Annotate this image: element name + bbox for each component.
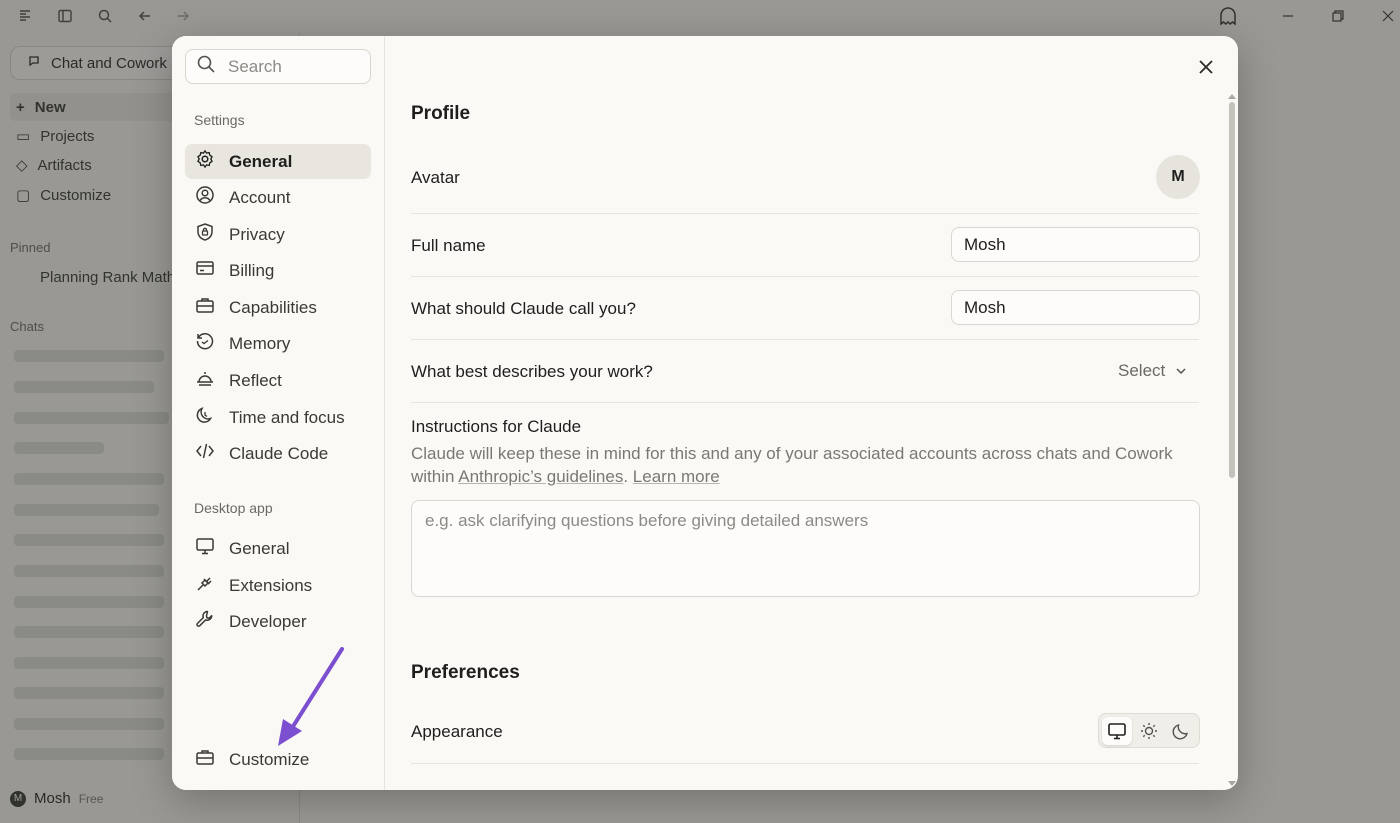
sidebar-item-label: Memory	[229, 333, 291, 353]
moon-icon	[195, 405, 215, 430]
credit-card-icon	[195, 258, 215, 283]
sidebar-item-privacy[interactable]: Privacy	[185, 217, 371, 252]
sidebar-item-label: Customize	[229, 749, 310, 769]
sidebar-item-label: Billing	[229, 260, 275, 280]
avatar-row: Avatar	[411, 136, 1199, 214]
sun-icon	[1141, 722, 1157, 739]
close-icon	[1199, 60, 1213, 74]
sidebar-item-label: Claude Code	[229, 443, 329, 463]
appearance-dark-button[interactable]	[1166, 717, 1196, 745]
desktop-app-section-label: Desktop app	[194, 500, 273, 516]
history-icon	[195, 331, 215, 356]
avatar[interactable]: M	[1156, 155, 1200, 199]
code-icon	[195, 441, 215, 466]
sidebar-item-label: General	[229, 151, 293, 171]
sidebar-item-claude-code[interactable]: Claude Code	[185, 436, 371, 471]
preferences-heading: Preferences	[411, 662, 520, 683]
search-input[interactable]	[228, 56, 358, 77]
scroll-up-arrow[interactable]	[1228, 94, 1236, 99]
full-name-label: Full name	[411, 236, 486, 255]
appearance-light-button[interactable]	[1134, 717, 1164, 745]
sidebar-item-customize[interactable]: Customize	[185, 742, 371, 777]
briefcase-icon	[195, 295, 215, 320]
plug-icon	[195, 573, 215, 598]
appearance-system-button[interactable]	[1102, 716, 1132, 745]
sidebar-item-label: Privacy	[229, 224, 285, 244]
sunrise-icon	[195, 368, 215, 393]
monitor-icon	[1108, 722, 1126, 739]
sidebar-item-label: Capabilities	[229, 297, 317, 317]
guidelines-link[interactable]: Anthropic’s guidelines	[458, 467, 623, 486]
sidebar-item-label: Account	[229, 187, 291, 207]
profile-heading: Profile	[411, 103, 471, 124]
call-name-label: What should Claude call you?	[411, 299, 636, 318]
settings-content: Profile Avatar M Full name What should C…	[386, 36, 1238, 790]
appearance-label: Appearance	[411, 722, 503, 741]
close-button[interactable]	[1194, 55, 1218, 79]
sidebar-item-general[interactable]: General	[185, 144, 371, 179]
sidebar-item-label: General	[229, 538, 290, 558]
work-select[interactable]: Select	[1118, 361, 1187, 381]
settings-sidebar: Settings General Account Privacy Billing	[172, 36, 385, 790]
instructions-title: Instructions for Claude	[411, 417, 582, 436]
scroll-down-arrow[interactable]	[1228, 781, 1236, 786]
sidebar-item-label: Developer	[229, 611, 307, 631]
briefcase-icon	[195, 747, 215, 772]
appearance-toggle-group	[1098, 713, 1200, 748]
scrollbar[interactable]	[1229, 102, 1235, 478]
monitor-icon	[195, 536, 215, 561]
user-circle-icon	[195, 185, 215, 210]
sidebar-item-time-and-focus[interactable]: Time and focus	[185, 400, 371, 435]
work-label: What best describes your work?	[411, 362, 653, 381]
avatar-label: Avatar	[411, 168, 460, 187]
sidebar-item-account[interactable]: Account	[185, 180, 371, 215]
sidebar-item-label: Extensions	[229, 575, 313, 595]
instructions-textarea[interactable]	[411, 500, 1200, 597]
gear-icon	[195, 149, 215, 174]
sidebar-item-reflect[interactable]: Reflect	[185, 363, 371, 398]
settings-section-label: Settings	[194, 112, 245, 128]
sidebar-item-label: Reflect	[229, 370, 282, 390]
search-icon	[196, 54, 216, 79]
sidebar-item-memory[interactable]: Memory	[185, 326, 371, 361]
settings-modal: Settings General Account Privacy Billing	[172, 36, 1238, 790]
full-name-field[interactable]	[951, 227, 1200, 262]
sidebar-item-label: Time and focus	[229, 407, 345, 427]
learn-more-link[interactable]: Learn more	[633, 467, 720, 486]
moon-icon	[1172, 723, 1188, 739]
shield-icon	[195, 222, 215, 247]
work-select-value: Select	[1118, 361, 1166, 380]
settings-search[interactable]	[185, 49, 371, 84]
instructions-description: Claude will keep these in mind for this …	[411, 442, 1201, 488]
period: .	[623, 467, 633, 486]
sidebar-item-extensions[interactable]: Extensions	[185, 568, 371, 603]
sidebar-item-desktop-general[interactable]: General	[185, 531, 371, 566]
sidebar-item-developer[interactable]: Developer	[185, 604, 371, 639]
work-row: What best describes your work?	[411, 340, 1199, 403]
call-name-field[interactable]	[951, 290, 1200, 325]
sidebar-item-capabilities[interactable]: Capabilities	[185, 290, 371, 325]
appearance-row: Appearance	[411, 696, 1199, 764]
wrench-icon	[195, 609, 215, 634]
chevron-down-icon	[1176, 368, 1186, 375]
sidebar-item-billing[interactable]: Billing	[185, 253, 371, 288]
